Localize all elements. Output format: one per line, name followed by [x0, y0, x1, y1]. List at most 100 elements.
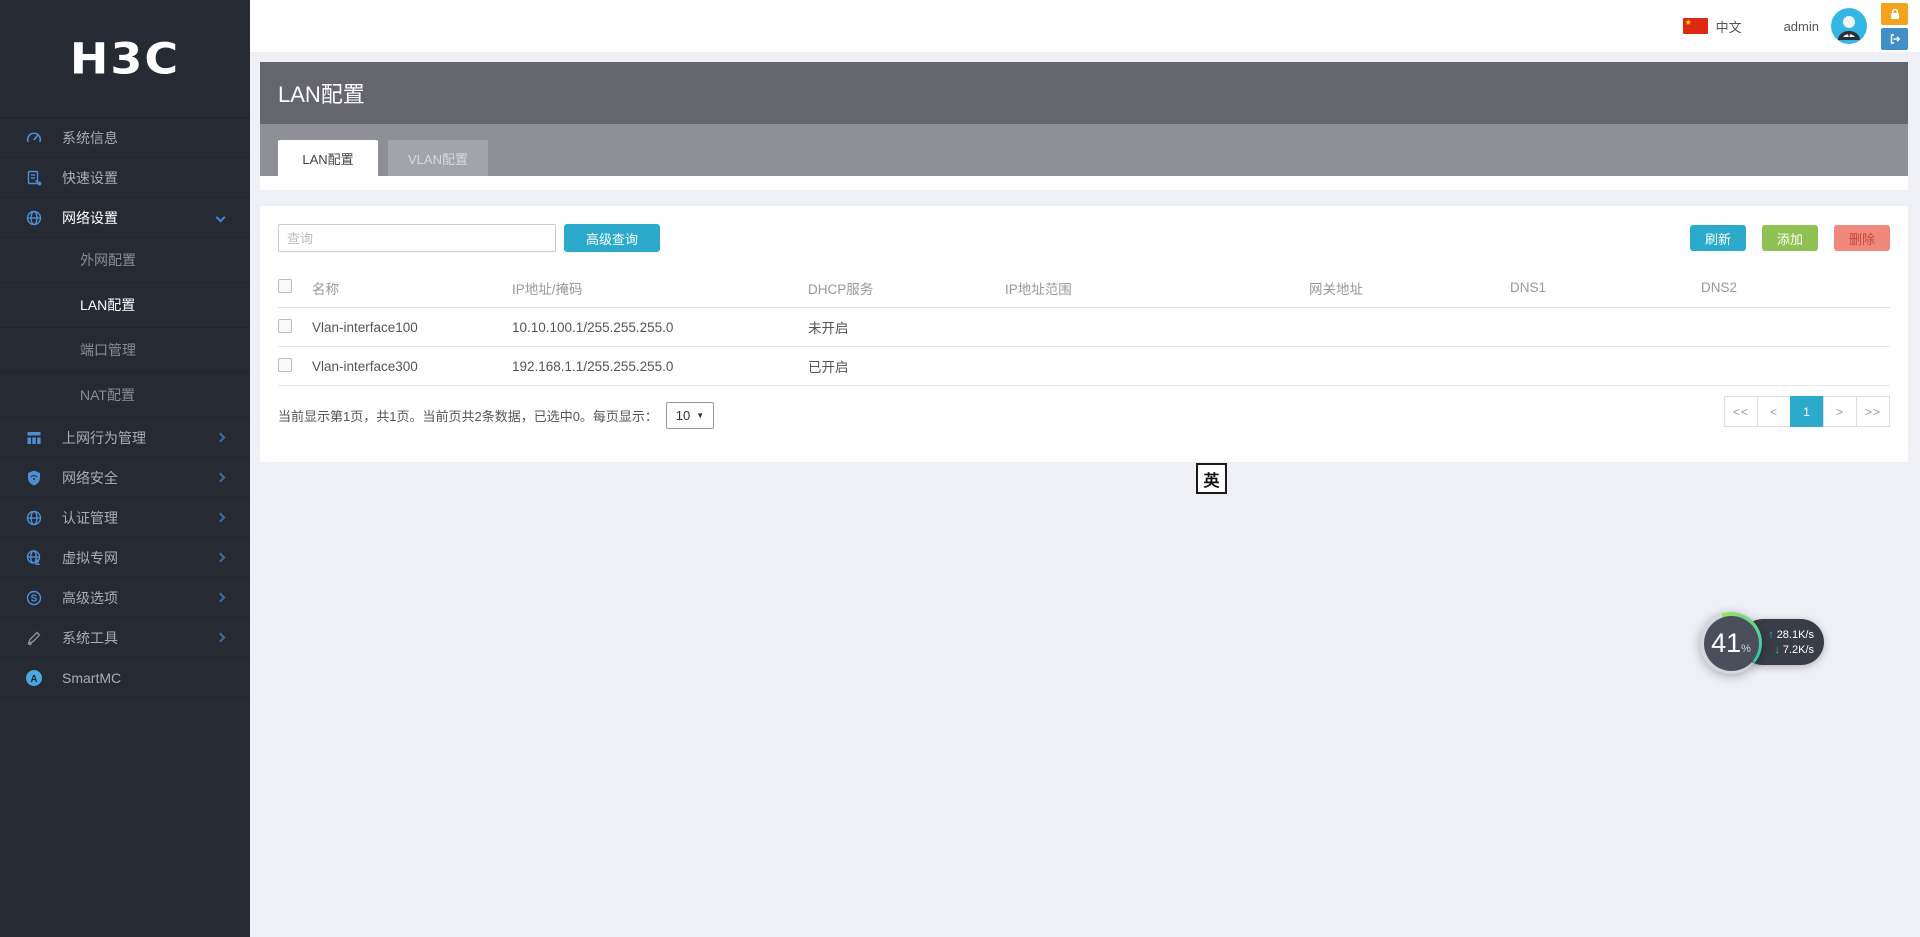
add-button[interactable]: 添加 — [1762, 225, 1818, 251]
advanced-globe-icon: S — [24, 588, 44, 608]
sidebar-subitem-label: NAT配置 — [80, 387, 135, 403]
cell-ip-mask: 192.168.1.1/255.255.255.0 — [512, 358, 674, 374]
table-row[interactable]: Vlan-interface100 10.10.100.1/255.255.25… — [278, 308, 1890, 347]
chevron-right-icon — [215, 552, 226, 563]
column-header-ip-range: IP地址范围 — [1005, 281, 1072, 297]
lan-table: 名称 IP地址/掩码 DHCP服务 IP地址范围 网关地址 DNS1 DNS2 … — [278, 268, 1890, 386]
china-flag-icon: ★ — [1682, 18, 1708, 34]
sidebar-item-smartmc[interactable]: A SmartMC — [0, 658, 250, 698]
sidebar-item-label: 认证管理 — [62, 509, 118, 526]
cpu-gauge[interactable]: 41 % — [1700, 612, 1762, 674]
sidebar-menu: 系统信息 快速设置 网络设置 外网配置 LAN配置 端口管理 NAT配置 上网行… — [0, 117, 250, 698]
cpu-gauge-core: 41 % — [1703, 615, 1759, 671]
row-checkbox[interactable] — [278, 318, 292, 333]
pagination-bar: 当前显示第1页，共1页。当前页共2条数据，已选中0。每页显示： 10 ▼ << … — [260, 386, 1908, 429]
sidebar-subitem-nat-config[interactable]: NAT配置 — [0, 373, 250, 418]
sidebar-item-network-security[interactable]: 网络安全 — [0, 458, 250, 498]
sidebar-item-behavior-management[interactable]: 上网行为管理 — [0, 418, 250, 458]
shield-icon — [24, 468, 44, 488]
logout-icon[interactable] — [1881, 27, 1908, 50]
tab-strip — [260, 176, 1908, 190]
sidebar: H3C 系统信息 快速设置 网络设置 外网配置 LAN配置 端口管理 NAT配置… — [0, 0, 250, 937]
pager-page-1-button[interactable]: 1 — [1790, 396, 1824, 427]
chevron-right-icon — [215, 472, 226, 483]
topbar: ★ 中文 admin — [250, 0, 1920, 52]
tools-icon — [24, 628, 44, 648]
page-size-select[interactable]: 10 ▼ — [665, 402, 714, 429]
smartmc-icon: A — [24, 668, 44, 688]
download-arrow-icon: ↓ — [1774, 643, 1780, 656]
svg-text:S: S — [31, 593, 38, 604]
caret-down-icon: ▼ — [696, 411, 705, 420]
sidebar-item-network-settings[interactable]: 网络设置 — [0, 198, 250, 238]
h3c-logo: H3C — [69, 33, 181, 84]
sidebar-item-label: 系统工具 — [62, 629, 118, 646]
chevron-right-icon — [215, 592, 226, 603]
lock-icon[interactable] — [1881, 2, 1908, 25]
upload-speed-value: 28.1K/s — [1776, 628, 1814, 641]
cell-dhcp: 未开启 — [808, 321, 849, 336]
table-row[interactable]: Vlan-interface300 192.168.1.1/255.255.25… — [278, 347, 1890, 386]
pagination-summary: 当前显示第1页，共1页。当前页共2条数据，已选中0。每页显示： — [278, 409, 658, 424]
sidebar-item-label: 系统信息 — [62, 129, 118, 146]
pager-prev-button[interactable]: < — [1757, 396, 1791, 427]
sidebar-item-quick-setup[interactable]: 快速设置 — [0, 158, 250, 198]
cell-name: Vlan-interface100 — [312, 319, 418, 335]
pager-first-button[interactable]: << — [1724, 396, 1758, 427]
sidebar-item-vpn[interactable]: 虚拟专网 — [0, 538, 250, 578]
sidebar-item-system-info[interactable]: 系统信息 — [0, 118, 250, 158]
upload-speed-row: ↑ 28.1K/s — [1766, 629, 1814, 641]
title-band: LAN配置 — [260, 62, 1908, 124]
tab-vlan-config[interactable]: VLAN配置 — [388, 140, 488, 176]
sidebar-item-label: 网络设置 — [62, 209, 118, 226]
refresh-button[interactable]: 刷新 — [1690, 225, 1746, 251]
search-input[interactable] — [278, 224, 556, 252]
traffic-monitor-widget[interactable]: ↑ 28.1K/s ↓ 7.2K/s 41 % — [1700, 610, 1830, 676]
brand-logo: H3C — [0, 0, 250, 117]
column-header-dns1: DNS1 — [1510, 280, 1547, 295]
svg-text:A: A — [30, 674, 37, 685]
sidebar-subitem-wan-config[interactable]: 外网配置 — [0, 238, 250, 283]
cpu-percent-value: 41 — [1711, 627, 1742, 658]
quick-setup-icon — [24, 168, 44, 188]
chevron-down-icon — [215, 212, 226, 223]
column-header-ip-mask: IP地址/掩码 — [512, 281, 583, 297]
row-checkbox[interactable] — [278, 357, 292, 372]
column-header-gateway: 网关地址 — [1309, 281, 1363, 297]
sidebar-item-label: 快速设置 — [62, 169, 118, 186]
column-header-dhcp: DHCP服务 — [808, 281, 874, 297]
sidebar-item-system-tools[interactable]: 系统工具 — [0, 618, 250, 658]
sidebar-subitem-lan-config[interactable]: LAN配置 — [0, 283, 250, 328]
cpu-percent-sign: % — [1741, 642, 1751, 655]
pager-last-button[interactable]: >> — [1856, 396, 1890, 427]
advanced-search-button[interactable]: 高级查询 — [564, 224, 660, 252]
pager: << < 1 > >> — [1724, 396, 1890, 427]
sidebar-item-label: 上网行为管理 — [62, 429, 146, 446]
tab-bar: LAN配置 VLAN配置 — [260, 124, 1908, 176]
cell-dhcp: 已开启 — [808, 360, 849, 375]
language-selector[interactable]: 中文 — [1716, 17, 1742, 36]
user-avatar[interactable] — [1831, 8, 1867, 44]
delete-button[interactable]: 删除 — [1834, 225, 1890, 251]
download-speed-row: ↓ 7.2K/s — [1766, 644, 1814, 656]
select-all-checkbox[interactable] — [278, 279, 292, 293]
page-size-value: 10 — [675, 408, 691, 423]
toolbar-actions: 刷新 添加 删除 — [1690, 225, 1890, 251]
sidebar-item-label: 高级选项 — [62, 589, 118, 606]
page-head: LAN配置 LAN配置 VLAN配置 — [260, 62, 1908, 190]
sidebar-item-advanced-options[interactable]: S 高级选项 — [0, 578, 250, 618]
username-label[interactable]: admin — [1784, 19, 1819, 34]
content-panel: 高级查询 刷新 添加 删除 名称 IP地址/掩码 DHCP服务 IP地址范围 网… — [260, 206, 1908, 462]
sidebar-item-label: 网络安全 — [62, 469, 118, 486]
tab-lan-config[interactable]: LAN配置 — [278, 140, 378, 176]
sidebar-subitem-port-management[interactable]: 端口管理 — [0, 328, 250, 373]
globe-icon — [24, 208, 44, 228]
vpn-globe-icon — [24, 548, 44, 568]
language-toggle-badge[interactable]: 英 — [1196, 463, 1227, 494]
sidebar-subitem-label: 端口管理 — [80, 342, 136, 358]
pager-next-button[interactable]: > — [1823, 396, 1857, 427]
sidebar-item-label: SmartMC — [62, 669, 122, 686]
auth-globe-icon — [24, 508, 44, 528]
sidebar-item-auth-management[interactable]: 认证管理 — [0, 498, 250, 538]
column-header-name: 名称 — [312, 281, 339, 297]
